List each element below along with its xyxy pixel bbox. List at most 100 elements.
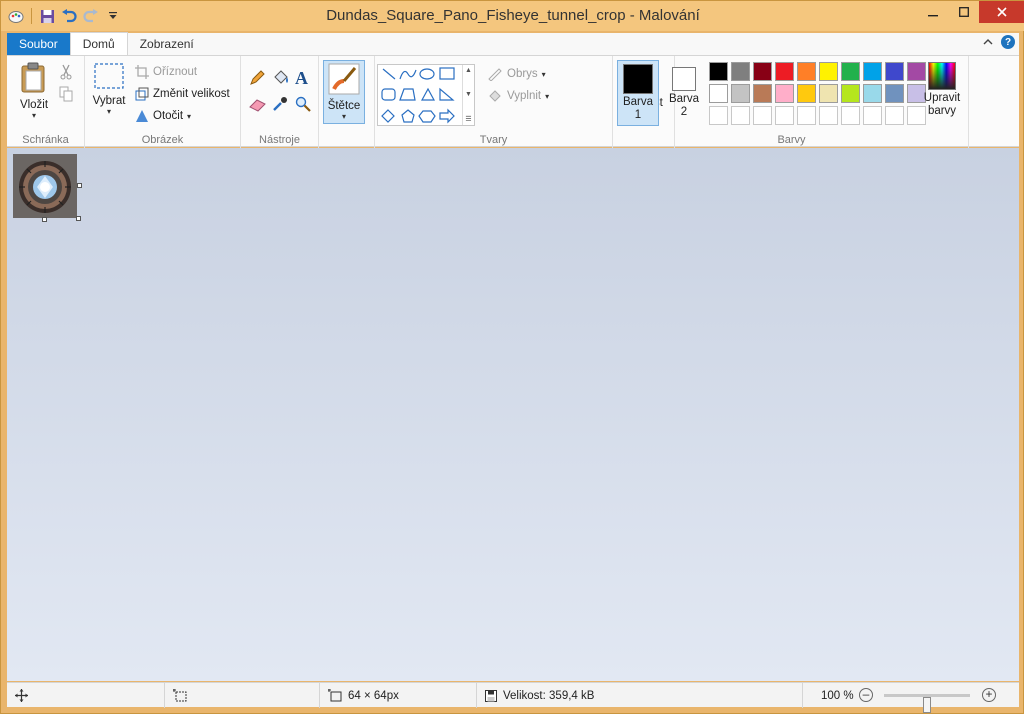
palette-custom-swatch[interactable] <box>775 106 794 125</box>
palette-color-swatch[interactable] <box>775 62 794 81</box>
crop-label: Oříznout <box>153 66 198 78</box>
shapes-scroll-up-icon[interactable]: ▲ <box>465 67 472 74</box>
rotate-dropdown-icon[interactable]: ▾ <box>187 112 191 121</box>
ribbon-right-controls: ? <box>983 35 1015 49</box>
magnifier-icon[interactable] <box>295 96 311 115</box>
palette-color-swatch[interactable] <box>863 84 882 103</box>
fill-bucket-icon[interactable] <box>272 70 290 89</box>
palette-color-swatch[interactable] <box>797 84 816 103</box>
palette-custom-swatch[interactable] <box>885 106 904 125</box>
brushes-group: Štětce ▾ <box>319 56 375 148</box>
palette-custom-swatch[interactable] <box>863 106 882 125</box>
title-bar: Dundas_Square_Pano_Fisheye_tunnel_crop -… <box>1 1 1024 31</box>
palette-color-swatch[interactable] <box>819 84 838 103</box>
zoom-slider-thumb[interactable] <box>923 697 931 713</box>
palette-custom-swatch[interactable] <box>841 106 860 125</box>
palette-custom-swatch[interactable] <box>819 106 838 125</box>
zoom-in-button[interactable]: + <box>982 688 996 702</box>
text-tool-icon[interactable]: A <box>295 68 308 89</box>
window-title: Dundas_Square_Pano_Fisheye_tunnel_crop -… <box>326 7 700 24</box>
resize-handle-bottom[interactable] <box>42 217 47 222</box>
shapes-gallery[interactable]: ▲ ▼ ☰ <box>377 64 475 126</box>
palette-color-swatch[interactable] <box>709 62 728 81</box>
paste-icon <box>13 62 55 97</box>
outline-button[interactable]: Obrys ▾ <box>487 64 546 84</box>
palette-custom-swatch[interactable] <box>753 106 772 125</box>
crop-button[interactable]: Oříznout <box>135 62 197 82</box>
color1-swatch <box>623 64 653 94</box>
select-icon <box>89 62 129 93</box>
canvas-workspace <box>7 148 1019 681</box>
outline-dropdown-icon: ▾ <box>541 69 546 79</box>
palette-custom-swatch[interactable] <box>797 106 816 125</box>
color1-button[interactable]: Barva 1 <box>617 60 659 126</box>
copy-icon[interactable] <box>59 86 73 105</box>
brushes-button[interactable]: Štětce ▾ <box>323 60 365 124</box>
paste-dropdown-icon[interactable]: ▾ <box>13 111 55 120</box>
crop-icon <box>135 65 149 79</box>
shapes-gallery-icons <box>381 67 455 124</box>
palette-color-swatch[interactable] <box>863 62 882 81</box>
tab-view[interactable]: Zobrazení <box>128 33 206 55</box>
palette-color-swatch[interactable] <box>709 84 728 103</box>
resize-handle-corner[interactable] <box>76 216 81 221</box>
eraser-icon[interactable] <box>249 98 267 115</box>
shapes-scrollbar[interactable]: ▲ ▼ ☰ <box>462 65 474 125</box>
palette-color-swatch[interactable] <box>885 84 904 103</box>
close-button[interactable] <box>979 1 1024 23</box>
palette-color-swatch[interactable] <box>731 62 750 81</box>
file-size-disk-icon <box>485 689 497 702</box>
image-canvas[interactable] <box>13 154 77 218</box>
paste-button[interactable]: Vložit ▾ <box>13 62 55 120</box>
tab-file[interactable]: Soubor <box>7 33 70 55</box>
zoom-slider[interactable] <box>884 694 970 713</box>
palette-color-swatch[interactable] <box>753 84 772 103</box>
shapes-group: ▲ ▼ ☰ Obrys ▾ Vyplnit ▾ Tvary <box>375 56 613 148</box>
zoom-out-button[interactable]: – <box>859 688 873 702</box>
rotate-button[interactable]: Otočit ▾ <box>135 106 191 126</box>
rotate-label: Otočit <box>153 110 184 122</box>
palette-color-swatch[interactable] <box>885 62 904 81</box>
help-icon[interactable]: ? <box>1001 35 1015 49</box>
file-size-cell: Velikost: 359,4 kB <box>476 683 802 708</box>
resize-button[interactable]: Změnit velikost <box>135 84 230 104</box>
color2-number: 2 <box>680 106 688 118</box>
resize-label: Změnit velikost <box>153 88 230 100</box>
cursor-position-icon <box>15 689 28 702</box>
tab-home[interactable]: Domů <box>69 32 128 55</box>
collapse-ribbon-icon[interactable] <box>983 35 993 49</box>
zoom-level: 100 % <box>821 689 854 702</box>
resize-icon <box>135 87 149 101</box>
palette-custom-swatch[interactable] <box>731 106 750 125</box>
cut-icon[interactable] <box>59 64 73 83</box>
palette-color-swatch[interactable] <box>797 62 816 81</box>
file-size: Velikost: 359,4 kB <box>503 689 595 702</box>
ribbon: Vložit ▾ Schránka Vybrat ▾ Oříznout Změn… <box>7 55 1019 148</box>
resize-handle-right[interactable] <box>77 183 82 188</box>
select-dropdown-icon[interactable]: ▾ <box>89 107 129 116</box>
palette-color-swatch[interactable] <box>775 84 794 103</box>
palette-color-swatch[interactable] <box>841 84 860 103</box>
colors-group-label: Barvy <box>777 134 806 146</box>
outline-icon <box>488 68 502 81</box>
color2-button[interactable]: Barva 2 <box>663 60 705 126</box>
palette-color-swatch[interactable] <box>819 62 838 81</box>
edit-colors-button[interactable]: Upravit barvy <box>921 62 963 118</box>
select-button[interactable]: Vybrat ▾ <box>89 62 129 116</box>
shapes-scroll-down-icon[interactable]: ▼ <box>465 91 472 98</box>
brushes-dropdown-icon[interactable]: ▾ <box>324 112 364 121</box>
shapes-expand-icon[interactable]: ☰ <box>465 115 471 123</box>
pencil-icon[interactable] <box>249 70 265 89</box>
color2-swatch <box>672 67 696 91</box>
palette-color-swatch[interactable] <box>731 84 750 103</box>
outline-label: Obrys <box>507 68 538 80</box>
fill-button[interactable]: Vyplnit ▾ <box>487 86 549 106</box>
palette-color-swatch[interactable] <box>841 62 860 81</box>
fill-label: Vyplnit <box>507 90 542 102</box>
minimize-button[interactable] <box>917 1 948 23</box>
color-picker-icon[interactable] <box>272 96 288 115</box>
shapes-group-label: Tvary <box>479 134 508 146</box>
palette-color-swatch[interactable] <box>753 62 772 81</box>
maximize-button[interactable] <box>948 1 979 23</box>
palette-custom-swatch[interactable] <box>709 106 728 125</box>
